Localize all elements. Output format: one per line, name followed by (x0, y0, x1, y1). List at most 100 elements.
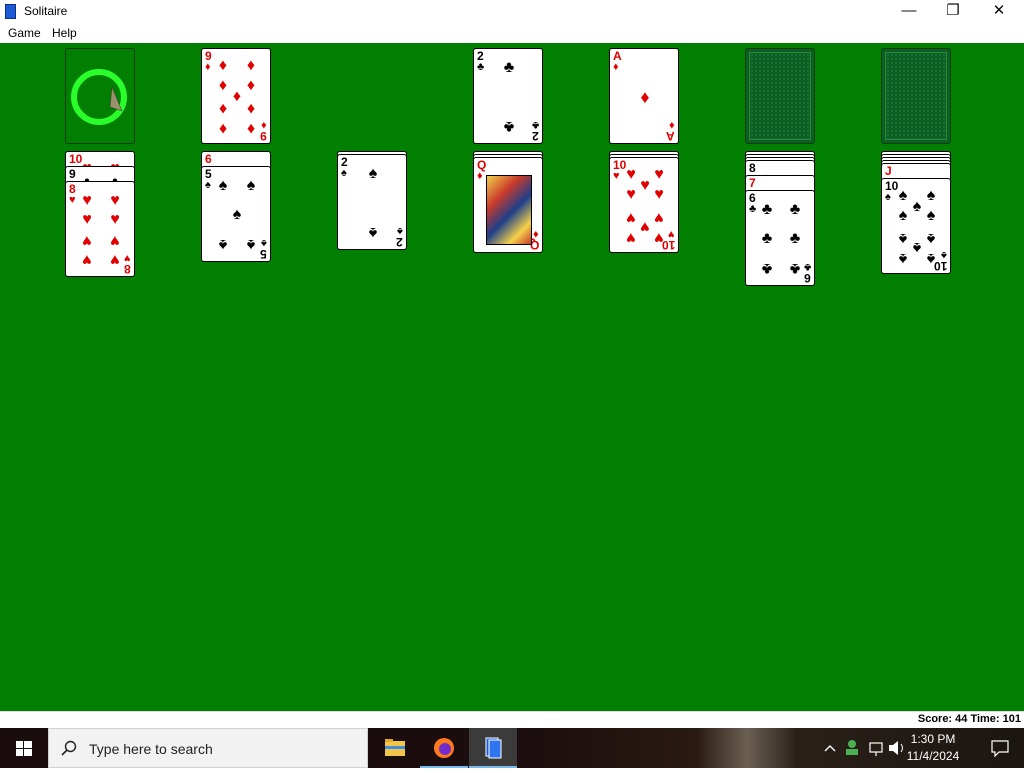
game-board[interactable]: 9♦9♦♦♦♦♦♦♦♦♦♦2♣2♣♣♣A♦A♦♦10♥10♥♥♥♥♥♥♥♥♥♥♥… (0, 43, 1024, 711)
card-rank: 8 (124, 262, 131, 276)
clubs-pip-icon: ♣ (761, 201, 773, 219)
diamonds-pip-icon: ♦ (246, 119, 256, 137)
tableau-card[interactable]: 10♥10♥♥♥♥♥♥♥♥♥♥♥ (609, 157, 679, 253)
taskbar-file-explorer[interactable] (371, 728, 419, 768)
hearts-icon: ♥ (668, 228, 675, 240)
menu-game[interactable]: Game (8, 26, 41, 40)
notification-icon[interactable] (990, 739, 1010, 757)
diamonds-pip-icon: ♦ (640, 87, 650, 107)
people-icon (848, 740, 856, 748)
spades-icon: ♠ (397, 225, 403, 237)
clubs-icon: ♣ (531, 119, 539, 131)
diamonds-pip-icon: ♦ (246, 57, 256, 75)
hearts-pip-icon: ♥ (82, 231, 92, 249)
tableau-card[interactable]: Q ♦ Q ♦ (473, 157, 543, 253)
foundation-pile[interactable] (745, 48, 815, 144)
diamonds-pip-icon: ♦ (218, 119, 228, 137)
close-button[interactable]: ✕ (976, 0, 1022, 23)
tableau-card[interactable]: 8 ♥ 8 ♥ ♥ ♥ ♥ ♥ ♥ ♥ ♥ ♥ (65, 181, 135, 277)
foundation-card[interactable]: 2 ♣ 2 ♣ ♣ ♣ (473, 48, 543, 144)
spades-icon: ♠ (261, 237, 267, 249)
tableau-card[interactable]: 6 ♣ 6 ♣ ♣ ♣ ♣ ♣ ♣ ♣ (745, 190, 815, 286)
search-icon (61, 740, 77, 756)
taskbar-solitaire[interactable] (469, 728, 517, 768)
spades-icon: ♠ (205, 179, 211, 191)
spades-pip-icon: ♠ (246, 235, 256, 253)
taskbar-search-box[interactable]: Type here to search (48, 728, 368, 768)
hearts-pip-icon: ♥ (82, 192, 92, 210)
hearts-pip-icon: ♥ (654, 166, 664, 184)
diamonds-icon: ♦ (533, 228, 539, 240)
card-rank: 2 (532, 129, 539, 143)
hearts-pip-icon: ♥ (654, 228, 664, 246)
clubs-pip-icon: ♣ (789, 201, 801, 219)
diamonds-icon: ♦ (477, 170, 483, 182)
diamonds-icon: ♦ (613, 61, 619, 73)
diamonds-icon: ♦ (261, 119, 267, 131)
clubs-icon: ♣ (477, 61, 485, 73)
window-title: Solitaire (24, 4, 68, 18)
diamonds-icon: ♦ (669, 119, 675, 131)
spades-icon: ♠ (341, 167, 347, 179)
spades-pip-icon: ♠ (926, 229, 936, 247)
spades-pip-icon: ♠ (368, 165, 378, 183)
clubs-pip-icon: ♣ (789, 259, 801, 277)
card-rank: 2 (396, 235, 403, 249)
diamonds-icon: ♦ (205, 61, 211, 73)
spades-icon: ♠ (885, 191, 891, 203)
solitaire-app-icon (5, 4, 16, 19)
hearts-pip-icon: ♥ (110, 250, 120, 268)
diamonds-pip-icon: ♦ (246, 99, 256, 117)
network-icon (869, 742, 883, 753)
score-time-readout: Score: 44 Time: 101 (917, 713, 1021, 725)
clubs-pip-icon: ♣ (789, 230, 801, 247)
hearts-icon: ♥ (613, 170, 620, 182)
minimize-button[interactable]: — (886, 0, 932, 23)
windows-start-button[interactable] (0, 728, 48, 768)
clock-date[interactable]: 11/4/2024 (898, 749, 968, 763)
spades-pip-icon: ♠ (926, 187, 936, 205)
chevron-up-icon (824, 745, 836, 752)
hearts-pip-icon: ♥ (654, 186, 664, 204)
taskbar: Type here to search 1:30 PM 11/4/2024 (0, 728, 1024, 768)
spades-pip-icon: ♠ (232, 206, 242, 223)
redeal-circle-icon (71, 69, 127, 125)
hearts-pip-icon: ♥ (654, 208, 664, 226)
tableau-card[interactable]: 2 ♠ 2 ♠ ♠ ♠ (337, 154, 407, 250)
spades-pip-icon: ♠ (898, 249, 908, 267)
status-bar: Score: 44 Time: 101 (0, 711, 1024, 728)
volume-icon (889, 741, 898, 755)
hearts-icon: ♥ (69, 194, 76, 206)
diamonds-pip-icon: ♦ (246, 77, 256, 95)
foundation-pile[interactable] (881, 48, 951, 144)
spades-icon: ♠ (941, 249, 947, 261)
spades-pip-icon: ♠ (218, 177, 228, 195)
stock-pile[interactable] (65, 48, 135, 144)
spades-pip-icon: ♠ (246, 177, 256, 195)
taskbar-firefox[interactable] (420, 728, 468, 768)
system-tray: 1:30 PM 11/4/2024 (814, 728, 1024, 768)
clubs-pip-icon: ♣ (761, 259, 773, 277)
windows-logo-icon (16, 741, 32, 756)
tableau-card[interactable]: 10 ♠ 10 ♠ ♠ ♠ ♠ ♠ ♠ ♠ ♠ ♠ ♠ ♠ (881, 178, 951, 274)
search-placeholder: Type here to search (89, 741, 213, 757)
clock-time[interactable]: 1:30 PM (898, 732, 968, 746)
hearts-pip-icon: ♥ (82, 250, 92, 268)
diamonds-pip-icon: ♦ (218, 57, 228, 75)
diamonds-pip-icon: ♦ (218, 99, 228, 117)
card-rank: 9 (260, 129, 267, 143)
foundation-card[interactable]: A ♦ A ♦ ♦ (609, 48, 679, 144)
hearts-pip-icon: ♥ (110, 192, 120, 210)
face-card-art (486, 175, 532, 245)
spades-pip-icon: ♠ (898, 207, 908, 225)
restore-button[interactable]: ❐ (930, 0, 976, 23)
tableau-card[interactable]: 5 ♠ 5 ♠ ♠ ♠ ♠ ♠ ♠ (201, 166, 271, 262)
clubs-pip-icon: ♣ (503, 117, 515, 135)
waste-pile-card[interactable]: 9 ♦ 9 ♦ ♦ ♦ ♦ ♦ ♦ ♦ ♦ ♦ ♦ (201, 48, 271, 144)
firefox-icon (434, 738, 454, 758)
menu-help[interactable]: Help (52, 26, 77, 40)
card-rank: 6 (804, 271, 811, 285)
spades-pip-icon: ♠ (926, 207, 936, 225)
title-bar: Solitaire — ❐ ✕ (0, 0, 1024, 23)
hearts-pip-icon: ♥ (626, 186, 636, 204)
